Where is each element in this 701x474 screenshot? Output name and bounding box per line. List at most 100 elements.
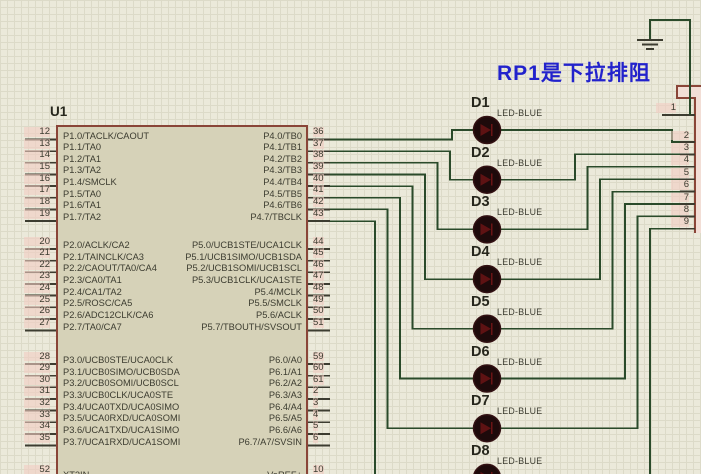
pin-number-left: 22 <box>24 260 50 270</box>
pin-number-left: 13 <box>24 139 50 149</box>
pin-number-left: 34 <box>24 421 50 431</box>
rp-pin-number: 3 <box>671 143 689 153</box>
pin-function-right: P5.3/UCB1CLK/UCA1STE <box>100 276 302 286</box>
rp1-annotation[interactable]: RP1是下拉排阻 <box>497 63 651 85</box>
pin-function-right: P5.4/MCLK <box>100 288 302 298</box>
pin-number-right: 3 <box>313 398 318 408</box>
led-refdes: D3 <box>471 195 490 210</box>
resistor-pack-fill <box>677 86 701 98</box>
pin-number-right: 42 <box>313 197 324 207</box>
pin-number-left: 33 <box>24 410 50 420</box>
pin-number-right: 49 <box>313 295 324 305</box>
led-part-label: LED-BLUE <box>497 258 542 267</box>
pin-number-left: 18 <box>24 197 50 207</box>
pin-number-right: 47 <box>313 271 324 281</box>
led-part-label: LED-BLUE <box>497 308 542 317</box>
wire-anode-D3[interactable] <box>330 163 474 230</box>
wire-anode-D5[interactable] <box>330 186 474 329</box>
wire-anode-D1[interactable] <box>330 130 474 140</box>
pin-function-right: P5.0/UCB1STE/UCA1CLK <box>100 241 302 251</box>
wire-anode-D6[interactable] <box>330 198 474 379</box>
pin-number-right: 37 <box>313 139 324 149</box>
led-part-label: LED-BLUE <box>497 159 542 168</box>
pin-number-left: 14 <box>24 150 50 160</box>
pin-function-right: P4.2/TB2 <box>100 155 302 165</box>
wire-cathode-D7[interactable] <box>501 216 696 428</box>
pin-function-right: P5.1/UCB1SIMO/UCB1SDA <box>100 253 302 263</box>
pin-number-right: 50 <box>313 306 324 316</box>
pin-number-right: 4 <box>313 410 318 420</box>
led-refdes: D6 <box>471 345 490 360</box>
wire-anode-D7[interactable] <box>330 209 474 428</box>
wire-anode-D2[interactable] <box>330 151 474 180</box>
pin-number-left: 30 <box>24 375 50 385</box>
rp-pin-number: 2 <box>671 131 689 141</box>
pin-function-right: P5.2/UCB1SOMI/UCB1SCL <box>100 264 302 274</box>
pin-function-right: P4.4/TB4 <box>100 178 302 188</box>
wire-anode-D8[interactable] <box>330 221 474 474</box>
pin-number-right: 48 <box>313 283 324 293</box>
pin-number-left: 31 <box>24 386 50 396</box>
pin-number-right: 5 <box>313 421 318 431</box>
led-part-label: LED-BLUE <box>497 457 542 466</box>
pin-function-right: P5.6/ACLK <box>100 311 302 321</box>
pin-number-left: 27 <box>24 318 50 328</box>
led-refdes: D8 <box>471 444 490 459</box>
led-refdes: D5 <box>471 295 490 310</box>
pin-number-left: 12 <box>24 127 50 137</box>
wire-ground[interactable] <box>650 20 690 115</box>
pin-number-right: 44 <box>313 237 324 247</box>
led-part-label: LED-BLUE <box>497 407 542 416</box>
pin-number-right: 38 <box>313 150 324 160</box>
rp-pin-number: 4 <box>671 155 689 165</box>
rp-pin-number: 6 <box>671 180 689 190</box>
pin-function-right: P6.2/A2 <box>100 379 302 389</box>
pin-function-right: P6.5/A5 <box>100 414 302 424</box>
rp-pin-number: 7 <box>671 193 689 203</box>
pin-number-right: 60 <box>313 363 324 373</box>
pin-number-right: 51 <box>313 318 324 328</box>
pin-function-right: P6.6/A6 <box>100 426 302 436</box>
pin-number-right: 10 <box>313 465 324 474</box>
pin-number-left: 25 <box>24 295 50 305</box>
led-part-label: LED-BLUE <box>497 109 542 118</box>
pin-function-right: P4.7/TBCLK <box>100 213 302 223</box>
pin-function-right: P4.5/TB5 <box>100 190 302 200</box>
rp-pin-number: 1 <box>656 103 676 113</box>
pin-function-left: P1.5/TA0 <box>63 190 101 200</box>
pin-number-right: 36 <box>313 127 324 137</box>
pin-number-left: 15 <box>24 162 50 172</box>
rp-pin-number: 5 <box>671 168 689 178</box>
led-refdes: D2 <box>471 146 490 161</box>
pin-function-right: P6.1/A1 <box>100 368 302 378</box>
pin-function-right: P4.0/TB0 <box>100 132 302 142</box>
pin-number-right: 2 <box>313 386 318 396</box>
pin-function-right: P6.0/A0 <box>100 356 302 366</box>
pin-number-left: 21 <box>24 248 50 258</box>
pin-number-right: 46 <box>313 260 324 270</box>
pin-function-left: P1.6/TA1 <box>63 201 101 211</box>
pin-function-left: P1.2/TA1 <box>63 155 101 165</box>
rp-pin-number: 8 <box>671 205 689 215</box>
pin-number-left: 19 <box>24 209 50 219</box>
pin-number-left: 52 <box>24 465 50 474</box>
pin-number-left: 20 <box>24 237 50 247</box>
pin-function-right: P6.7/A7/SVSIN <box>100 438 302 448</box>
pin-function-right: P4.1/TB1 <box>100 143 302 153</box>
led-part-label: LED-BLUE <box>497 208 542 217</box>
led-refdes: D4 <box>471 245 490 260</box>
wire-cathode-D3[interactable] <box>501 167 696 230</box>
pin-function-left: P1.3/TA2 <box>63 166 101 176</box>
pin-function-right: P6.4/A4 <box>100 403 302 413</box>
wire-cathode-D1[interactable] <box>501 130 696 142</box>
pin-number-right: 59 <box>313 352 324 362</box>
pin-function-right: P4.3/TB3 <box>100 166 302 176</box>
schematic-canvas: U1 RP1是下拉排阻 1236P1.0/TACLK/CAOUTP4.0/TB0… <box>0 0 701 474</box>
wire-anode-D4[interactable] <box>330 174 474 279</box>
pin-number-left: 24 <box>24 283 50 293</box>
pin-number-right: 45 <box>313 248 324 258</box>
pin-function-right: P4.6/TB6 <box>100 201 302 211</box>
pin-number-right: 61 <box>313 375 324 385</box>
pin-number-right: 43 <box>313 209 324 219</box>
pin-number-right: 40 <box>313 174 324 184</box>
